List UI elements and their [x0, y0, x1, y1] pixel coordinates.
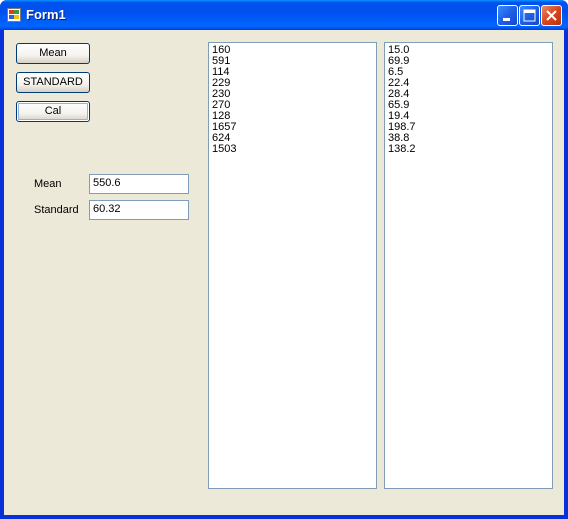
mean-button[interactable]: Mean: [16, 43, 90, 64]
list-item[interactable]: 128: [212, 111, 376, 122]
values-listbox[interactable]: 160 591 114 229 230 270 128 1657 624 150…: [208, 42, 377, 489]
mean-field-label: Mean: [34, 178, 62, 190]
standard-button[interactable]: STANDARD: [16, 72, 90, 93]
cal-button[interactable]: Cal: [16, 101, 90, 122]
minimize-icon: [503, 18, 510, 21]
app-window: Form1 Mean STANDARD Cal Mean 550.6 Stand…: [0, 0, 568, 519]
list-item[interactable]: 114: [212, 67, 376, 78]
form-app-icon[interactable]: [7, 8, 21, 22]
list-item[interactable]: 65.9: [388, 100, 552, 111]
window-title: Form1: [26, 7, 66, 22]
title-bar[interactable]: Form1: [0, 0, 568, 30]
results-listbox[interactable]: 15.0 69.9 6.5 22.4 28.4 65.9 19.4 198.7 …: [384, 42, 553, 489]
close-icon: [546, 10, 557, 21]
standard-field-label: Standard: [34, 204, 79, 216]
list-item[interactable]: 1657: [212, 122, 376, 133]
list-item[interactable]: 15.0: [388, 45, 552, 56]
maximize-button[interactable]: [519, 5, 540, 26]
list-item[interactable]: 6.5: [388, 67, 552, 78]
list-item[interactable]: 624: [212, 133, 376, 144]
standard-textbox[interactable]: 60.32: [89, 200, 189, 220]
mean-textbox[interactable]: 550.6: [89, 174, 189, 194]
minimize-button[interactable]: [497, 5, 518, 26]
form-client-area: Mean STANDARD Cal Mean 550.6 Standard 60…: [4, 30, 564, 515]
list-item[interactable]: 270: [212, 100, 376, 111]
list-item[interactable]: 69.9: [388, 56, 552, 67]
list-item[interactable]: 198.7: [388, 122, 552, 133]
list-item[interactable]: 230: [212, 89, 376, 100]
list-item[interactable]: 28.4: [388, 89, 552, 100]
maximize-icon: [523, 9, 536, 22]
list-item[interactable]: 138.2: [388, 144, 552, 155]
close-button[interactable]: [541, 5, 562, 26]
list-item[interactable]: 22.4: [388, 78, 552, 89]
list-item[interactable]: 160: [212, 45, 376, 56]
list-item[interactable]: 1503: [212, 144, 376, 155]
list-item[interactable]: 591: [212, 56, 376, 67]
list-item[interactable]: 229: [212, 78, 376, 89]
